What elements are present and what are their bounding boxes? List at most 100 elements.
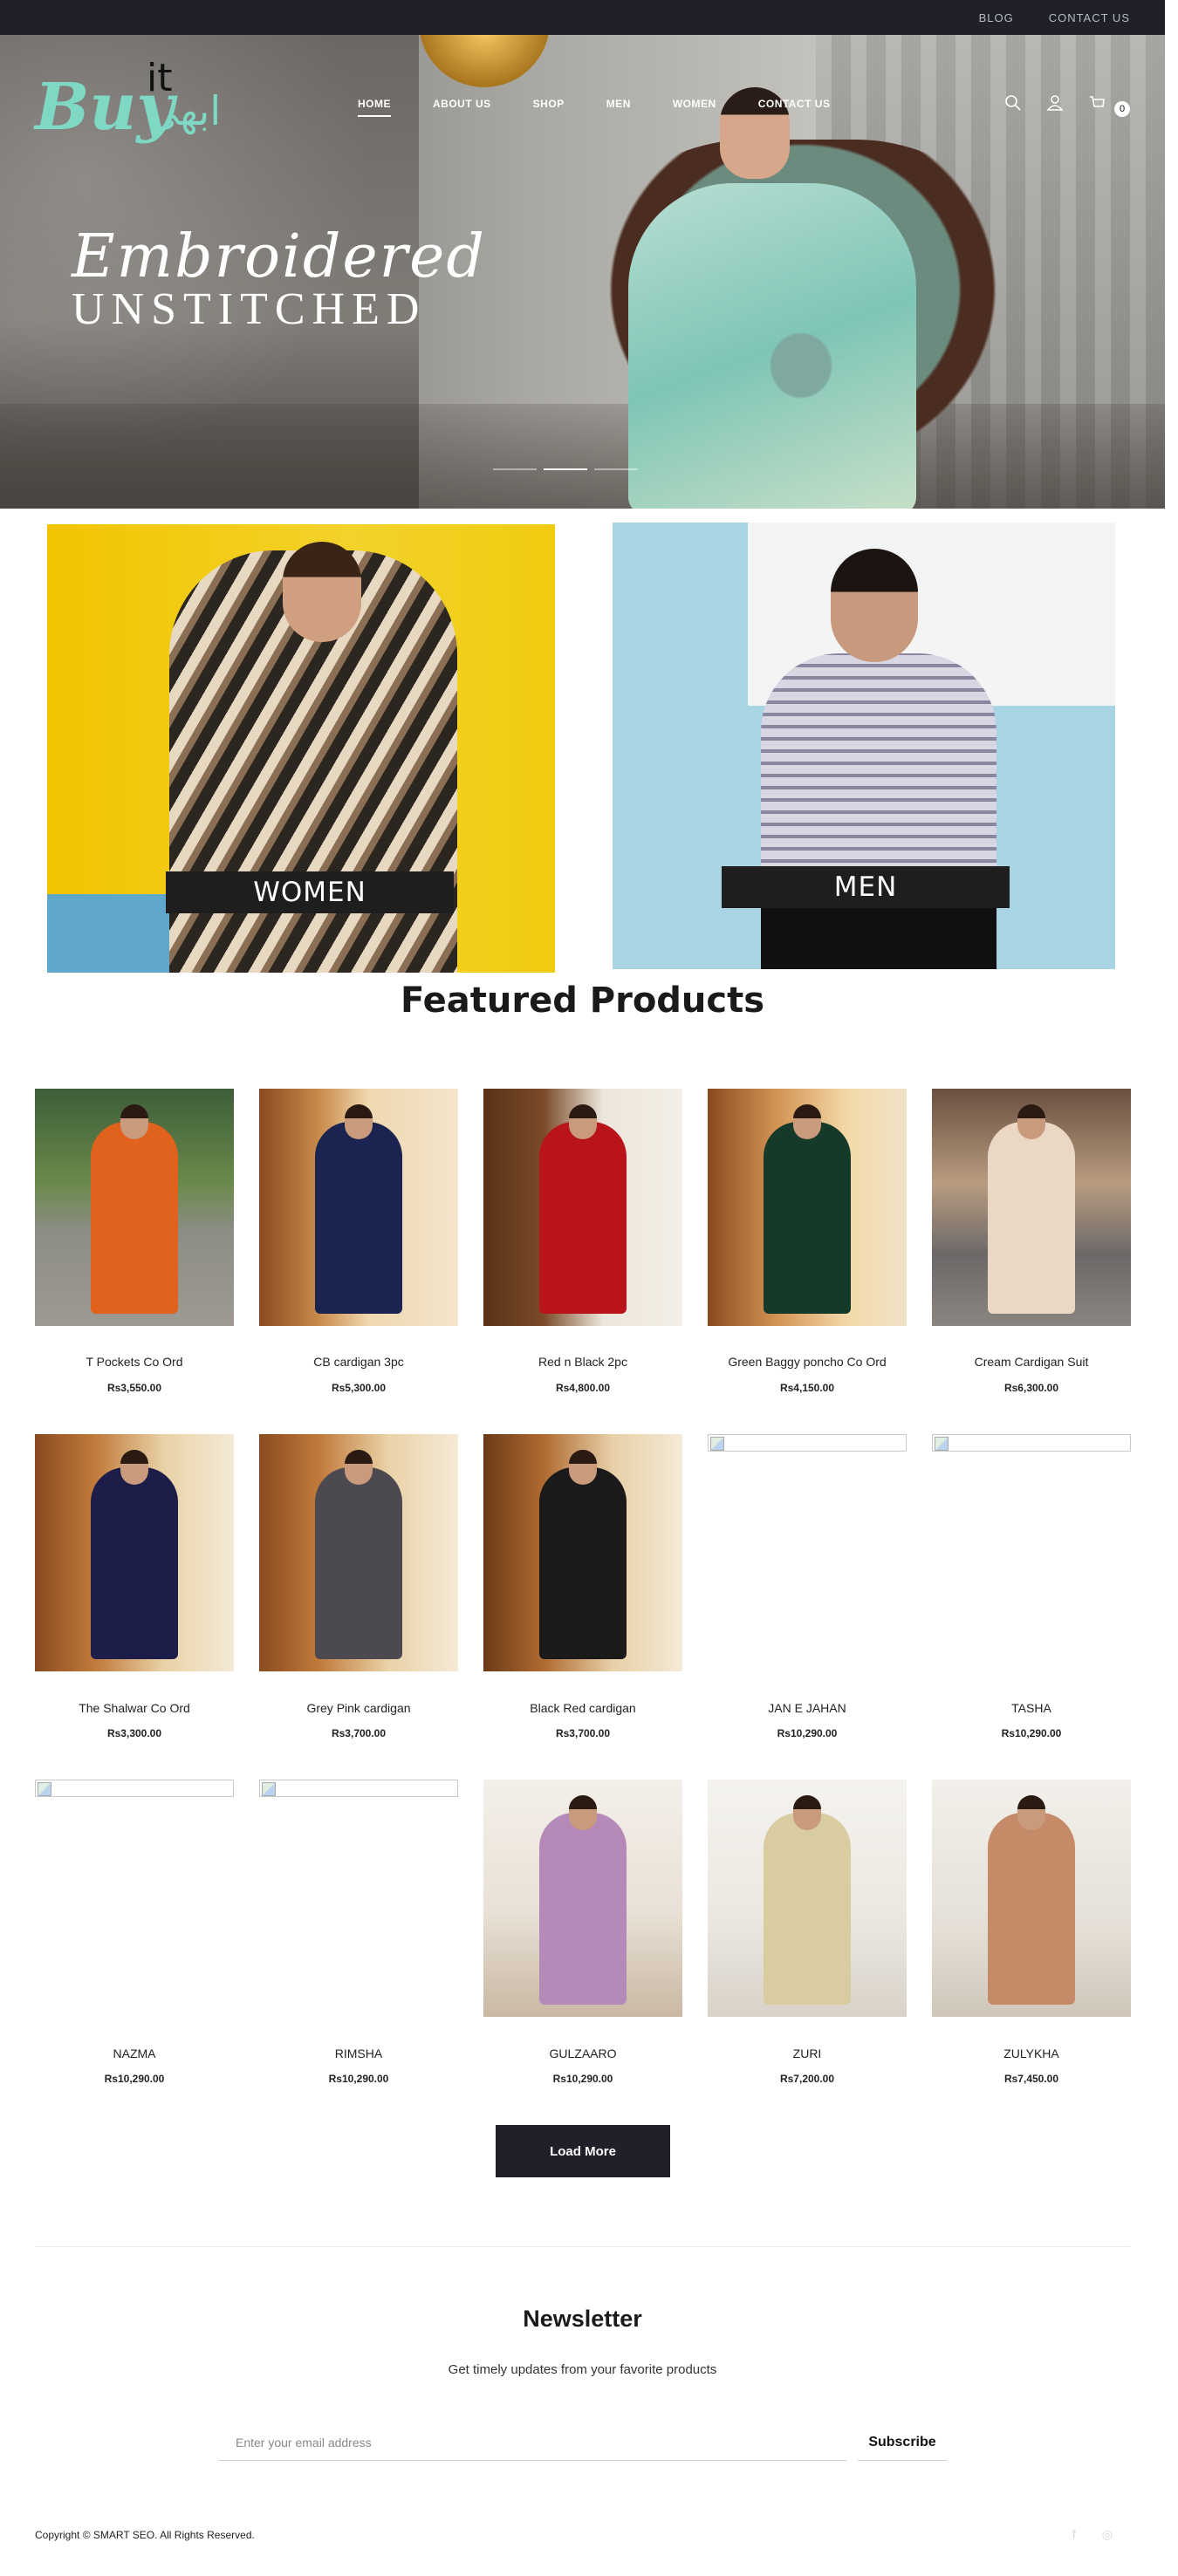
hero-model bbox=[567, 79, 951, 509]
product-price: Rs10,290.00 bbox=[328, 2073, 389, 2085]
product-price: Rs10,290.00 bbox=[1001, 1727, 1062, 1739]
nav-shop[interactable]: SHOP bbox=[533, 98, 565, 117]
top-link-blog[interactable]: BLOG bbox=[979, 11, 1014, 24]
product-card[interactable]: RIMSHA Rs10,290.00 bbox=[259, 1780, 458, 2085]
category-label-women[interactable]: WOMEN bbox=[166, 871, 454, 913]
product-name[interactable]: Black Red cardigan bbox=[483, 1701, 682, 1715]
logo-urdu: ابھی bbox=[147, 87, 222, 134]
product-price: Rs7,200.00 bbox=[779, 2073, 835, 2085]
nav-about-us[interactable]: ABOUT US bbox=[433, 98, 491, 117]
slider-dot[interactable] bbox=[493, 468, 537, 470]
product-card[interactable]: Black Red cardigan Rs3,700.00 bbox=[483, 1434, 682, 1739]
product-card[interactable]: Grey Pink cardigan Rs3,700.00 bbox=[259, 1434, 458, 1739]
product-card[interactable]: JAN E JAHAN Rs10,290.00 bbox=[708, 1434, 907, 1739]
product-name[interactable]: GULZAARO bbox=[483, 2046, 682, 2060]
product-card[interactable]: The Shalwar Co Ord Rs3,300.00 bbox=[35, 1434, 234, 1739]
product-card[interactable]: CB cardigan 3pc Rs5,300.00 bbox=[259, 1089, 458, 1394]
hero-caption-line2: UNSTITCHED bbox=[72, 284, 427, 334]
product-card[interactable]: GULZAARO Rs10,290.00 bbox=[483, 1780, 682, 2085]
category-tile-men[interactable]: MEN bbox=[613, 523, 1115, 969]
nav-men[interactable]: MEN bbox=[606, 98, 631, 117]
product-card[interactable]: Green Baggy poncho Co Ord Rs4,150.00 bbox=[708, 1089, 907, 1394]
product-card[interactable]: ZULYKHA Rs7,450.00 bbox=[932, 1780, 1131, 2085]
hero-lamp bbox=[419, 35, 550, 87]
product-price: Rs5,300.00 bbox=[331, 1382, 387, 1394]
featured-products-title: Featured Products bbox=[400, 981, 765, 1021]
facebook-icon[interactable]: f bbox=[1072, 2527, 1076, 2542]
product-name[interactable]: Green Baggy poncho Co Ord bbox=[708, 1355, 907, 1369]
product-name[interactable]: TASHA bbox=[932, 1701, 1131, 1715]
product-image[interactable] bbox=[708, 1780, 907, 2017]
social-links: f ◎ bbox=[1072, 2527, 1113, 2542]
newsletter-title: Newsletter bbox=[523, 2306, 642, 2332]
product-image[interactable] bbox=[483, 1434, 682, 1671]
product-name[interactable]: RIMSHA bbox=[259, 2046, 458, 2060]
product-image[interactable] bbox=[708, 1089, 907, 1326]
product-card[interactable]: T Pockets Co Ord Rs3,550.00 bbox=[35, 1089, 234, 1394]
product-model bbox=[988, 1813, 1075, 2005]
slider-dot[interactable] bbox=[594, 468, 638, 470]
product-image[interactable] bbox=[932, 1089, 1131, 1326]
user-icon[interactable] bbox=[1046, 94, 1065, 117]
product-name[interactable]: ZULYKHA bbox=[932, 2046, 1131, 2060]
product-price: Rs10,290.00 bbox=[104, 2073, 165, 2085]
product-image[interactable] bbox=[259, 1089, 458, 1326]
cart-count-badge: 0 bbox=[1114, 101, 1130, 117]
product-image[interactable] bbox=[35, 1434, 234, 1671]
main-nav: HOME ABOUT US SHOP MEN WOMEN CONTACT US bbox=[358, 98, 830, 117]
product-name[interactable]: CB cardigan 3pc bbox=[259, 1355, 458, 1369]
category-label-men[interactable]: MEN bbox=[722, 866, 1010, 908]
cart-icon[interactable]: 0 bbox=[1088, 94, 1130, 117]
product-price: Rs3,300.00 bbox=[106, 1727, 162, 1739]
product-model bbox=[315, 1467, 402, 1659]
nav-women[interactable]: WOMEN bbox=[673, 98, 716, 117]
product-name[interactable]: ZURI bbox=[708, 2046, 907, 2060]
product-image[interactable] bbox=[35, 1780, 234, 1797]
product-name[interactable]: Red n Black 2pc bbox=[483, 1355, 682, 1369]
category-tile-women[interactable]: WOMEN bbox=[47, 524, 555, 973]
product-price: Rs4,150.00 bbox=[779, 1382, 835, 1394]
product-model bbox=[315, 1122, 402, 1314]
product-price: Rs6,300.00 bbox=[1003, 1382, 1059, 1394]
product-model bbox=[539, 1813, 627, 2005]
product-image[interactable] bbox=[708, 1434, 907, 1452]
product-name[interactable]: NAZMA bbox=[35, 2046, 234, 2060]
slider-dot-active[interactable] bbox=[544, 468, 587, 470]
product-card[interactable]: TASHA Rs10,290.00 bbox=[932, 1434, 1131, 1739]
load-more-button[interactable]: Load More bbox=[496, 2125, 670, 2177]
nav-contact-us[interactable]: CONTACT US bbox=[758, 98, 831, 117]
product-card[interactable]: Cream Cardigan Suit Rs6,300.00 bbox=[932, 1089, 1131, 1394]
product-price: Rs3,550.00 bbox=[106, 1382, 162, 1394]
instagram-icon[interactable]: ◎ bbox=[1102, 2527, 1113, 2542]
product-model bbox=[91, 1467, 178, 1659]
product-image[interactable] bbox=[35, 1089, 234, 1326]
site-logo[interactable]: Buy it ابھی bbox=[35, 56, 236, 157]
product-price: Rs4,800.00 bbox=[555, 1382, 611, 1394]
product-card[interactable]: ZURI Rs7,200.00 bbox=[708, 1780, 907, 2085]
slider-dots bbox=[493, 468, 638, 470]
product-name[interactable]: The Shalwar Co Ord bbox=[35, 1701, 234, 1715]
top-bar: BLOG CONTACT US bbox=[0, 0, 1165, 35]
product-image[interactable] bbox=[932, 1780, 1131, 2017]
product-image[interactable] bbox=[259, 1780, 458, 1797]
subscribe-button[interactable]: Subscribe bbox=[858, 2424, 947, 2461]
newsletter-subtitle: Get timely updates from your favorite pr… bbox=[448, 2362, 717, 2377]
product-image[interactable] bbox=[483, 1089, 682, 1326]
product-name[interactable]: Grey Pink cardigan bbox=[259, 1701, 458, 1715]
product-name[interactable]: Cream Cardigan Suit bbox=[932, 1355, 1131, 1369]
product-image[interactable] bbox=[483, 1780, 682, 2017]
product-model bbox=[539, 1122, 627, 1314]
product-image[interactable] bbox=[259, 1434, 458, 1671]
product-card[interactable]: Red n Black 2pc Rs4,800.00 bbox=[483, 1089, 682, 1394]
newsletter-email-input[interactable] bbox=[218, 2424, 846, 2461]
top-link-contact[interactable]: CONTACT US bbox=[1049, 11, 1130, 24]
product-image[interactable] bbox=[932, 1434, 1131, 1452]
product-name[interactable]: T Pockets Co Ord bbox=[35, 1355, 234, 1369]
product-card[interactable]: NAZMA Rs10,290.00 bbox=[35, 1780, 234, 2085]
product-name[interactable]: JAN E JAHAN bbox=[708, 1701, 907, 1715]
hero-caption-line1: Embroidered bbox=[72, 222, 486, 291]
product-price: Rs7,450.00 bbox=[1003, 2073, 1059, 2085]
nav-home[interactable]: HOME bbox=[358, 98, 391, 117]
copyright-text: Copyright © SMART SEO. All Rights Reserv… bbox=[35, 2529, 255, 2541]
search-icon[interactable] bbox=[1004, 94, 1022, 117]
